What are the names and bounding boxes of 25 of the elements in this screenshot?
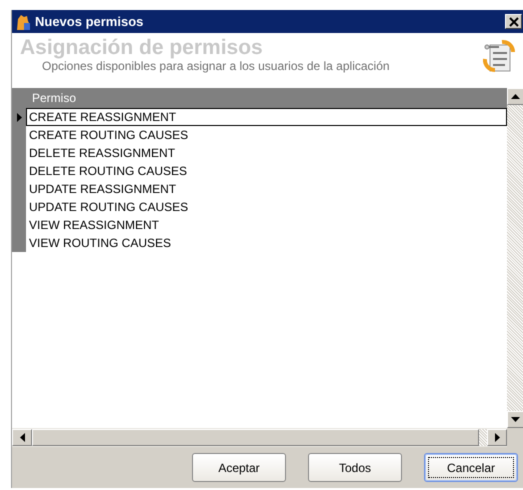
right-arrow-icon [494, 433, 500, 442]
header-subtitle: Opciones disponibles para asignar a los usuarios de la aplicación [42, 59, 391, 73]
table-row[interactable]: UPDATE REASSIGNMENT [26, 180, 507, 198]
dialog-button[interactable]: Cancelar [424, 453, 518, 482]
scroll-left-button[interactable] [12, 429, 32, 446]
scroll-down-button[interactable] [507, 411, 523, 428]
table-row[interactable]: DELETE REASSIGNMENT [26, 144, 507, 162]
dialog-button[interactable]: Todos [308, 453, 402, 482]
checklist-icon [482, 39, 516, 73]
dialog-button[interactable]: Aceptar [192, 453, 286, 482]
app-icon [15, 12, 31, 30]
down-arrow-icon [511, 417, 520, 422]
table-row[interactable]: VIEW REASSIGNMENT [26, 216, 507, 234]
table-row[interactable]: DELETE ROUTING CAUSES [26, 162, 507, 180]
scroll-up-button[interactable] [507, 88, 523, 105]
table-row[interactable]: CREATE ROUTING CAUSES [26, 126, 507, 144]
window-title: Nuevos permisos [35, 14, 144, 29]
scrollbar-track[interactable] [479, 429, 487, 446]
table-row[interactable]: UPDATE ROUTING CAUSES [26, 198, 507, 216]
close-button[interactable] [505, 14, 522, 29]
left-arrow-icon [20, 433, 24, 442]
up-arrow-icon [511, 94, 520, 99]
table-row[interactable]: CREATE REASSIGNMENT [26, 108, 507, 126]
scroll-right-button[interactable] [487, 429, 507, 446]
table-row[interactable]: VIEW ROUTING CAUSES [26, 234, 507, 252]
